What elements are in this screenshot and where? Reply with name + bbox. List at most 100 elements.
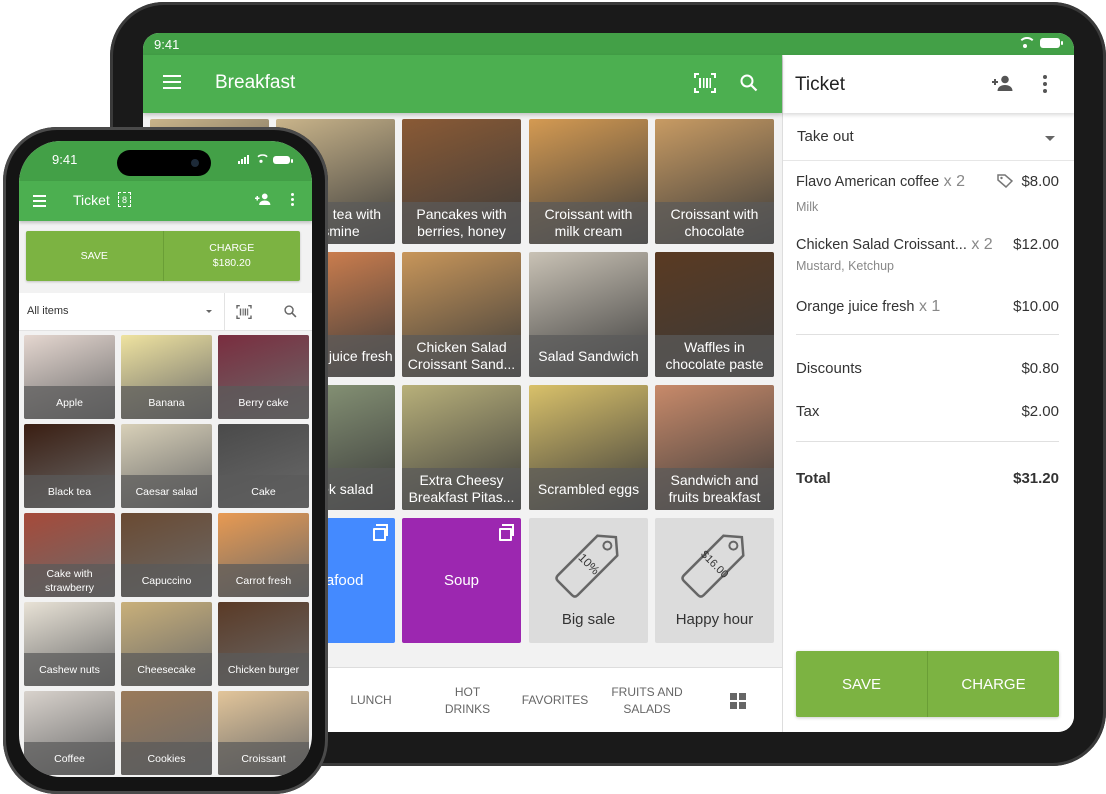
discount-tile-big-sale[interactable]: 10% Big sale xyxy=(529,518,648,643)
tab-lunch[interactable]: LUNCH xyxy=(330,668,412,732)
barcode-scan-icon[interactable] xyxy=(236,305,252,319)
item-tile[interactable]: Berry cake xyxy=(218,335,309,419)
ticket-line-item[interactable]: Chicken Salad Croissant... x 2 $12.00 Mu… xyxy=(796,236,1059,273)
item-tile[interactable]: Coffee xyxy=(24,691,115,775)
camera-icon xyxy=(191,159,199,167)
line-item-price: $12.00 xyxy=(1013,236,1059,253)
item-label: Black tea xyxy=(24,475,115,508)
wifi-icon xyxy=(255,154,270,163)
item-label: Banana xyxy=(121,386,212,419)
discounts-value: $0.80 xyxy=(1021,360,1059,377)
item-tile[interactable]: Croissant xyxy=(218,691,309,775)
item-tile[interactable]: Black tea xyxy=(24,424,115,508)
divider xyxy=(796,441,1059,442)
status-time: 9:41 xyxy=(52,152,78,167)
tab-hot-drinks[interactable]: HOT DRINKS xyxy=(420,668,515,732)
more-options-icon[interactable] xyxy=(1043,75,1047,96)
status-time: 9:41 xyxy=(154,37,180,52)
page-title: Breakfast xyxy=(215,72,296,93)
save-button[interactable]: SAVE xyxy=(26,231,164,281)
item-tile[interactable]: Salad Sandwich xyxy=(529,252,648,377)
total-row: Total $31.20 xyxy=(796,470,1059,487)
hamburger-menu-icon[interactable] xyxy=(33,195,46,210)
ticket-title: Ticket xyxy=(73,192,110,208)
charge-amount: $180.20 xyxy=(212,257,251,269)
divider xyxy=(224,293,225,331)
discount-tag-icon xyxy=(997,174,1013,188)
item-tile[interactable]: Cake xyxy=(218,424,309,508)
ticket-line-item[interactable]: Orange juice fresh x 1 $10.00 xyxy=(796,298,1059,316)
phone-status-bar: 9:41 xyxy=(19,141,312,181)
item-label: Coffee xyxy=(24,742,115,775)
ticket-panel: Ticket Take out Flavo American coffee x … xyxy=(782,55,1074,732)
item-label: Croissant xyxy=(218,742,309,775)
add-customer-icon[interactable] xyxy=(991,75,1013,91)
item-tile[interactable]: Banana xyxy=(121,335,212,419)
search-icon[interactable] xyxy=(284,305,297,318)
discounts-row: Discounts $0.80 xyxy=(796,360,1059,377)
hamburger-menu-icon[interactable] xyxy=(163,75,181,89)
tablet-app-bar: Breakfast xyxy=(143,55,782,113)
discounts-label: Discounts xyxy=(796,360,862,377)
add-customer-icon[interactable] xyxy=(254,193,271,205)
item-label: Chicken Salad Croissant Sand... xyxy=(402,335,521,377)
tax-value: $2.00 xyxy=(1021,403,1059,420)
tab-favorites[interactable]: FAVORITES xyxy=(515,668,595,732)
item-tile[interactable]: Cashew nuts xyxy=(24,602,115,686)
dining-option-select[interactable]: Take out xyxy=(783,113,1074,161)
line-item-price: $8.00 xyxy=(1021,173,1059,190)
item-tile[interactable]: Apple xyxy=(24,335,115,419)
line-item-qty: x 1 xyxy=(918,298,941,315)
item-label: Cheesecake xyxy=(121,653,212,686)
charge-button[interactable]: CHARGE xyxy=(928,651,1059,717)
barcode-scan-icon[interactable] xyxy=(694,73,716,93)
item-tile[interactable]: Croissant with chocolate xyxy=(655,119,774,244)
item-tile[interactable]: Caesar salad xyxy=(121,424,212,508)
grid-view-icon xyxy=(730,692,746,709)
ticket-line-item[interactable]: Flavo American coffee x 2 $8.00 Milk xyxy=(796,173,1059,214)
item-tile[interactable]: Carrot fresh xyxy=(218,513,309,597)
battery-icon xyxy=(1040,37,1063,48)
item-label: Croissant with chocolate xyxy=(655,202,774,244)
discount-tile-happy-hour[interactable]: $16.00 Happy hour xyxy=(655,518,774,643)
item-tile[interactable]: Extra Cheesy Breakfast Pitas... xyxy=(402,385,521,510)
line-item-name: Orange juice fresh xyxy=(796,299,915,315)
line-item-price: $10.00 xyxy=(1013,298,1059,315)
item-label: Caesar salad xyxy=(121,475,212,508)
ticket-actions: SAVE CHARGE xyxy=(796,651,1059,717)
charge-button[interactable]: CHARGE $180.20 xyxy=(164,231,301,281)
dining-option-value: Take out xyxy=(797,128,854,145)
price-tag-icon: 10% xyxy=(555,534,619,598)
signal-icon xyxy=(238,155,249,164)
ticket-header: Ticket xyxy=(783,55,1074,113)
search-icon[interactable] xyxy=(740,74,758,92)
item-tile[interactable]: Croissant with milk cream xyxy=(529,119,648,244)
more-options-icon[interactable] xyxy=(291,193,294,208)
chevron-down-icon xyxy=(1045,136,1055,141)
item-filter-bar: All items xyxy=(19,293,312,331)
tab-fruits-and-salads[interactable]: FRUITS AND SALADS xyxy=(601,668,693,732)
item-tile[interactable]: Sandwich and fruits breakfast xyxy=(655,385,774,510)
category-filter-select[interactable]: All items xyxy=(27,305,69,317)
tax-label: Tax xyxy=(796,403,820,420)
item-tile[interactable]: Waffles in chocolate paste xyxy=(655,252,774,377)
item-tile[interactable]: Cheesecake xyxy=(121,602,212,686)
category-icon xyxy=(373,524,388,541)
tab-all-categories[interactable] xyxy=(713,668,763,732)
item-tile[interactable]: Cake with strawberry xyxy=(24,513,115,597)
category-label: Soup xyxy=(443,572,480,589)
item-label: Croissant with milk cream xyxy=(529,202,648,244)
category-tile-soup[interactable]: Soup xyxy=(402,518,521,643)
save-button[interactable]: SAVE xyxy=(796,651,928,717)
item-tile[interactable]: Cookies xyxy=(121,691,212,775)
ticket-actions: SAVE CHARGE $180.20 xyxy=(26,231,300,281)
item-tile[interactable]: Capuccino xyxy=(121,513,212,597)
item-label: Scrambled eggs xyxy=(529,468,648,510)
item-label: Berry cake xyxy=(218,386,309,419)
item-tile[interactable]: Scrambled eggs xyxy=(529,385,648,510)
item-tile[interactable]: Pancakes with berries, honey xyxy=(402,119,521,244)
charge-label: CHARGE xyxy=(209,242,255,254)
item-label: Cake with strawberry xyxy=(24,564,115,597)
item-tile[interactable]: Chicken burger xyxy=(218,602,309,686)
item-tile[interactable]: Chicken Salad Croissant Sand... xyxy=(402,252,521,377)
